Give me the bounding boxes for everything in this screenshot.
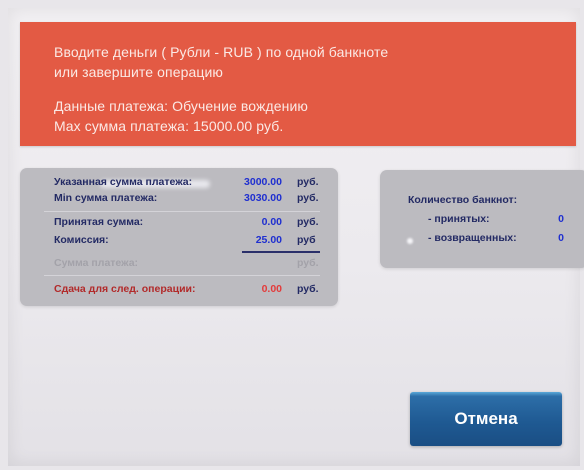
cancel-button[interactable]: Отмена: [410, 392, 562, 446]
specified-amount-value: 3000.00: [244, 176, 282, 188]
min-amount-row: Min сумма платежа: 3030.00 руб.: [20, 192, 338, 206]
accepted-banknotes-label: - принятых:: [428, 213, 490, 225]
divider: [44, 275, 320, 276]
instruction-banner: Вводите деньги ( Рубли - RUB ) по одной …: [20, 22, 576, 146]
commission-value: 25.00: [255, 234, 282, 246]
change-value: 0.00: [261, 283, 282, 295]
payment-details: Данные платежа: Обучение вождению: [54, 98, 309, 114]
payment-amount-currency: руб.: [297, 257, 319, 269]
payment-amount-label: Сумма платежа:: [54, 257, 139, 269]
returned-banknotes-value: 0: [558, 232, 564, 244]
payment-terminal-screen: Вводите деньги ( Рубли - RUB ) по одной …: [8, 8, 584, 466]
commission-row: Комиссия: 25.00 руб: [20, 234, 338, 248]
payment-amount-row: Сумма платежа: руб.: [20, 257, 338, 271]
min-amount-label: Min сумма платежа:: [54, 192, 158, 204]
specified-amount-currency: руб.: [297, 176, 319, 188]
divider: [44, 211, 320, 212]
specified-amount-label: Указанная сумма платежа:: [54, 176, 193, 188]
accepted-amount-label: Принятая сумма:: [54, 216, 144, 228]
accepted-amount-currency: руб.: [297, 216, 319, 228]
banner-instruction-cont: или завершите операцию: [54, 64, 224, 80]
change-currency: руб.: [297, 283, 319, 295]
payment-summary-panel: Указанная сумма платежа: 3000.00 руб. Mi…: [20, 168, 338, 306]
change-label: Сдача для след. операции:: [54, 283, 196, 295]
banknote-count-panel: Количество банкнот: - принятых: 0 - возв…: [380, 170, 584, 268]
min-amount-value: 3030.00: [244, 192, 282, 204]
change-row: Сдача для след. операции: 0.00 руб.: [20, 283, 338, 297]
commission-label: Комиссия:: [54, 234, 109, 246]
max-payment-amount: Max сумма платежа: 15000.00 руб.: [54, 118, 284, 134]
commission-currency: руб: [297, 234, 316, 246]
accepted-amount-value: 0.00: [261, 216, 282, 228]
returned-banknotes-label: - возвращенных:: [428, 232, 517, 244]
screen-glare-dot: [407, 238, 413, 244]
specified-amount-row: Указанная сумма платежа: 3000.00 руб.: [20, 176, 338, 190]
total-underline: [242, 251, 320, 253]
min-amount-currency: руб.: [297, 192, 319, 204]
banknote-count-title: Количество банкнот:: [408, 194, 518, 206]
accepted-amount-row: Принятая сумма: 0.00 руб.: [20, 216, 338, 230]
accepted-banknotes-value: 0: [558, 213, 564, 225]
banner-instruction: Вводите деньги ( Рубли - RUB ) по одной …: [54, 44, 389, 60]
